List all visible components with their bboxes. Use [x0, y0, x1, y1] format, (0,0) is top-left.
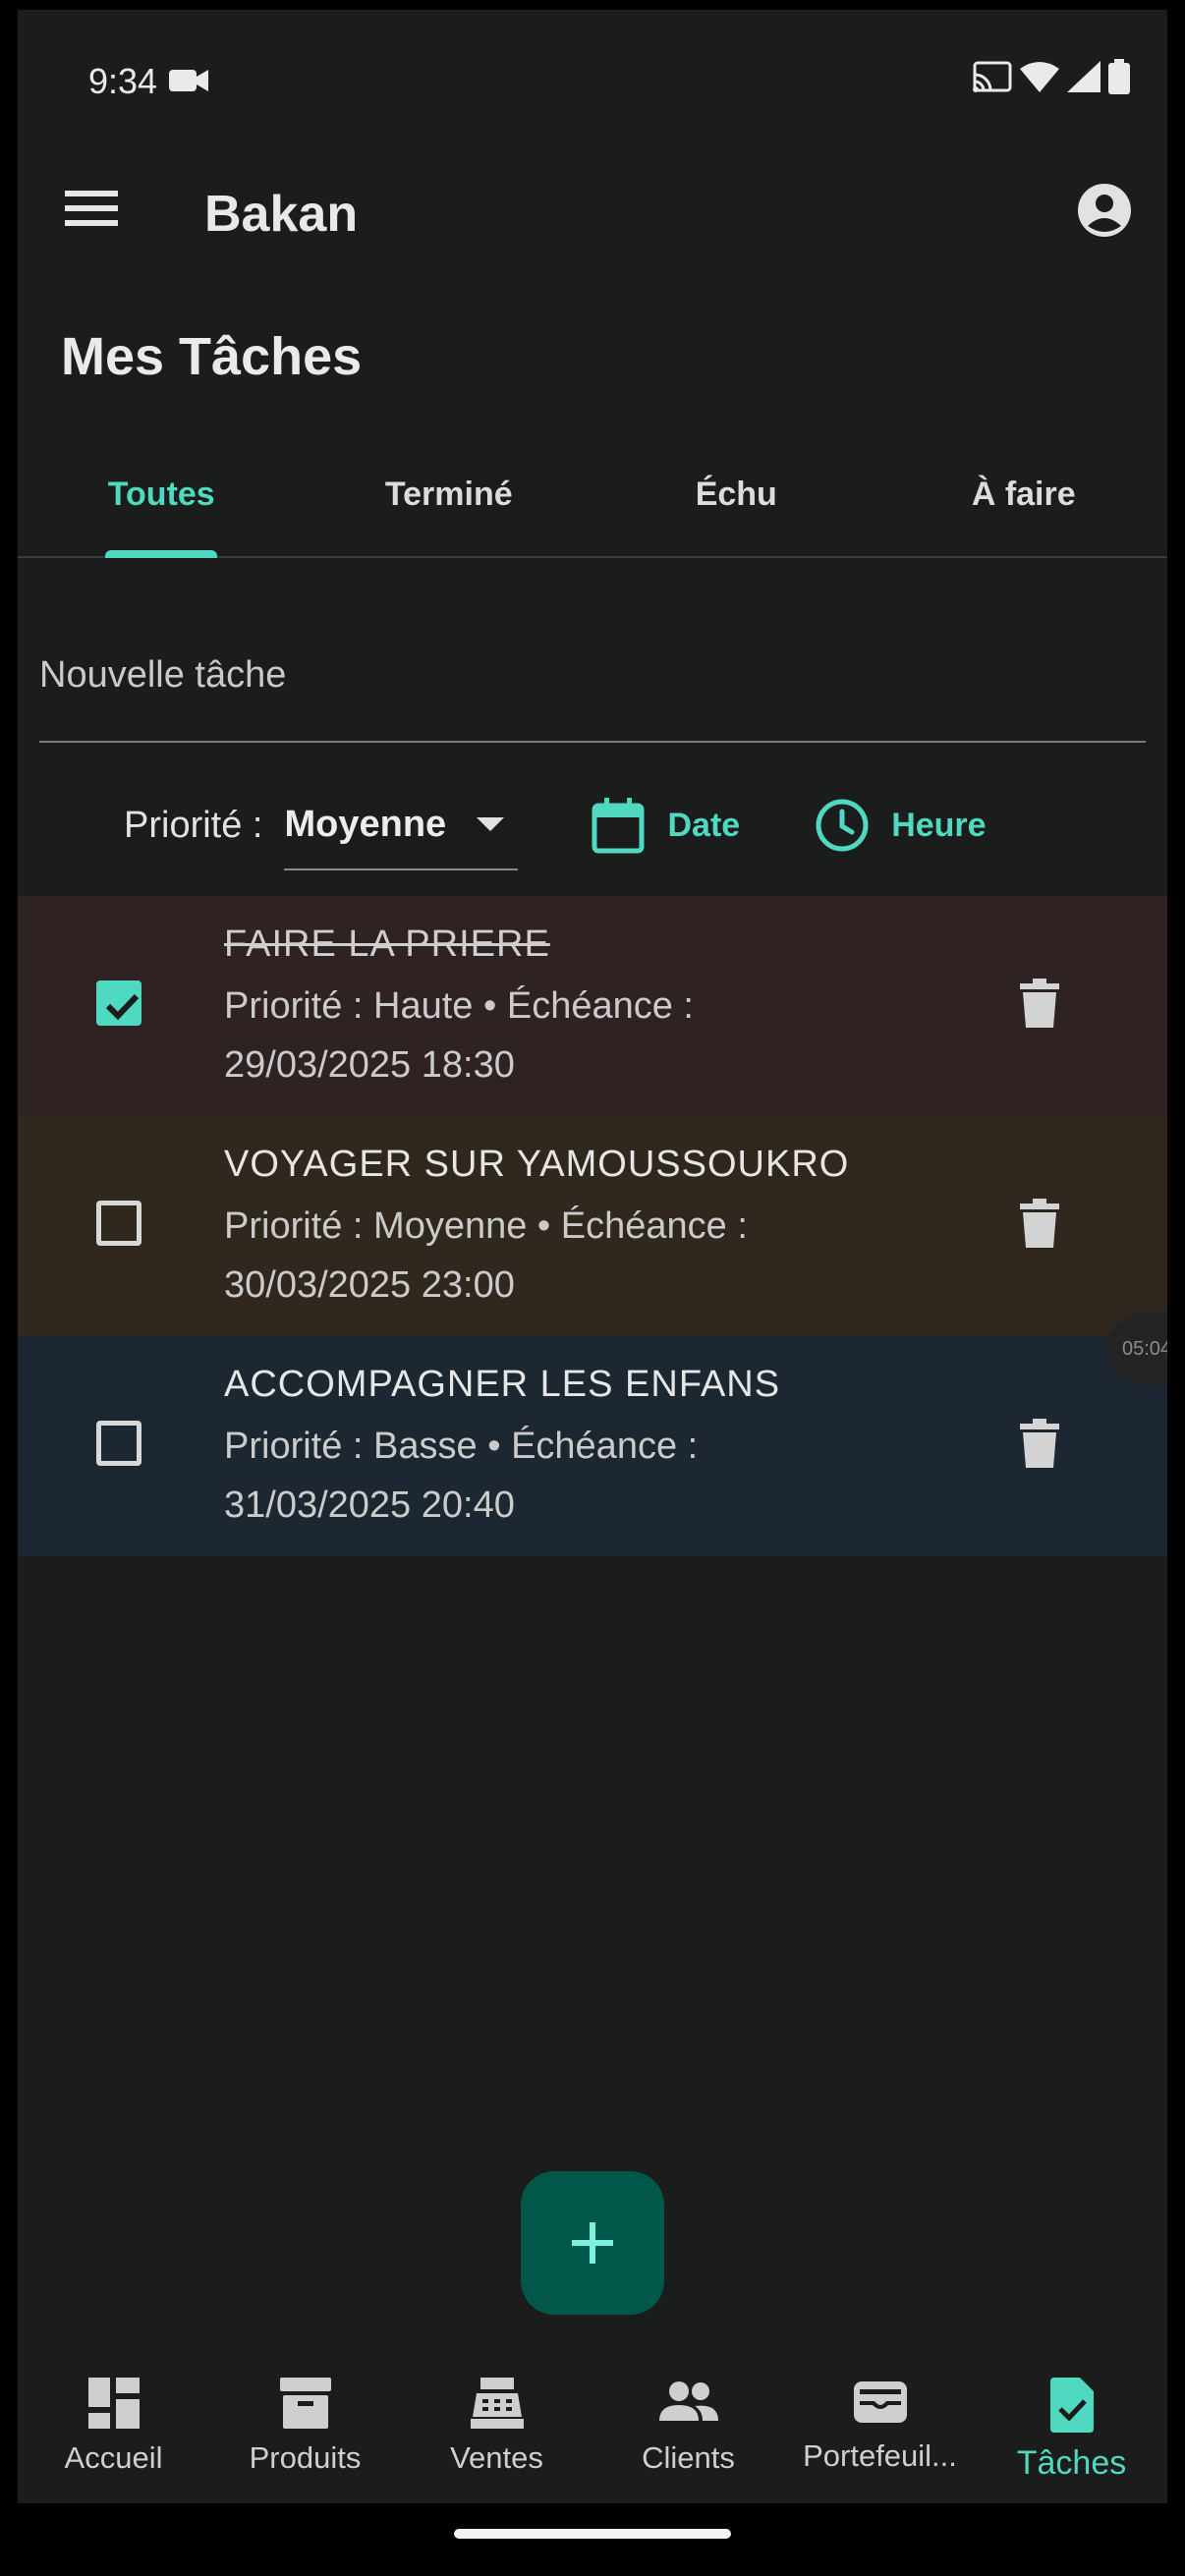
nav-item-ventes[interactable]: Ventes — [401, 2348, 592, 2503]
nav-item-clients[interactable]: Clients — [592, 2348, 784, 2503]
filter-tabs: Toutes Terminé Échu À faire — [18, 432, 1167, 558]
delete-icon[interactable] — [1020, 979, 1059, 1028]
nav-item-taches[interactable]: Tâches — [976, 2348, 1167, 2503]
dropdown-arrow-icon — [477, 817, 505, 831]
task-check-icon — [1049, 2378, 1094, 2433]
video-camera-icon — [169, 70, 208, 91]
checkmark-icon — [105, 993, 140, 1021]
battery-icon — [1108, 59, 1130, 94]
time-button[interactable]: Heure — [815, 798, 987, 853]
add-task-button[interactable] — [521, 2171, 664, 2315]
status-bar: 9:34 — [18, 10, 1167, 138]
task-priority-deadline: Priorité : Basse • Échéance : — [224, 1426, 699, 1467]
page-title: Mes Tâches — [61, 327, 363, 386]
new-task-input[interactable] — [39, 609, 1146, 741]
task-title: VOYAGER SUR YAMOUSSOUKRO — [224, 1144, 850, 1185]
task-due-date: 30/03/2025 23:00 — [224, 1264, 515, 1306]
date-label: Date — [667, 806, 741, 844]
nav-item-accueil[interactable]: Accueil — [18, 2348, 209, 2503]
status-icons — [973, 59, 1130, 94]
nav-label: Portefeuil... — [803, 2438, 957, 2473]
nav-item-portefeuille[interactable]: Portefeuil... — [784, 2348, 976, 2503]
task-priority-deadline: Priorité : Haute • Échéance : — [224, 985, 694, 1027]
task-meta: Priorité : Haute • Échéance : 29/03/2025… — [224, 977, 853, 1094]
cast-icon — [973, 61, 1012, 92]
task-title: ACCOMPAGNER LES ENFANS — [224, 1364, 781, 1405]
priority-dropdown[interactable]: Moyenne — [284, 780, 519, 870]
archive-box-icon — [279, 2378, 331, 2429]
time-label: Heure — [891, 806, 987, 844]
task-due-date: 31/03/2025 20:40 — [224, 1484, 515, 1526]
status-time: 9:34 — [88, 61, 158, 101]
nav-label: Ventes — [450, 2440, 543, 2475]
task-title: FAIRE LA PRIERE — [224, 924, 550, 965]
delete-icon[interactable] — [1020, 1419, 1059, 1468]
tab-termine[interactable]: Terminé — [306, 432, 593, 556]
menu-icon[interactable] — [65, 191, 118, 226]
task-item[interactable]: FAIRE LA PRIERE Priorité : Haute • Échéa… — [18, 896, 1167, 1116]
dashboard-icon — [87, 2378, 140, 2429]
nav-item-produits[interactable]: Produits — [209, 2348, 401, 2503]
priority-row: Priorité : Moyenne Date Heure — [124, 776, 1067, 874]
calendar-icon — [592, 798, 645, 854]
cash-register-icon — [470, 2378, 524, 2429]
task-checkbox[interactable] — [96, 1201, 141, 1246]
account-icon[interactable] — [1077, 183, 1132, 238]
nav-label: Clients — [642, 2440, 735, 2475]
task-meta: Priorité : Moyenne • Échéance : 30/03/20… — [224, 1197, 853, 1315]
task-due-date: 29/03/2025 18:30 — [224, 1044, 515, 1086]
task-checkbox-checked[interactable] — [96, 980, 141, 1026]
tab-a-faire[interactable]: À faire — [880, 432, 1168, 556]
new-task-field — [39, 609, 1146, 743]
clock-icon — [816, 799, 869, 852]
home-indicator[interactable] — [454, 2529, 731, 2539]
task-item[interactable]: VOYAGER SUR YAMOUSSOUKRO Priorité : Moye… — [18, 1116, 1167, 1336]
plus-icon — [572, 2222, 613, 2264]
tab-echu[interactable]: Échu — [592, 432, 880, 556]
nav-label: Tâches — [1016, 2444, 1127, 2482]
task-checkbox[interactable] — [96, 1421, 141, 1466]
app-screen: 9:34 Bakan Mes Tâches Toutes Terminé Éch… — [18, 10, 1167, 2503]
nav-label: Accueil — [64, 2440, 163, 2475]
cell-signal-icon — [1067, 61, 1100, 92]
delete-icon[interactable] — [1020, 1199, 1059, 1248]
priority-selected-value: Moyenne — [284, 803, 447, 845]
task-priority-deadline: Priorité : Moyenne • Échéance : — [224, 1205, 748, 1247]
wifi-icon — [1020, 62, 1059, 92]
task-meta: Priorité : Basse • Échéance : 31/03/2025… — [224, 1417, 853, 1535]
bottom-navigation: Accueil Produits Ventes Clients Portefeu… — [18, 2348, 1167, 2503]
app-title: Bakan — [204, 186, 359, 243]
priority-label: Priorité : — [124, 804, 263, 846]
people-icon — [658, 2381, 718, 2421]
wallet-icon — [853, 2381, 907, 2423]
task-item[interactable]: ACCOMPAGNER LES ENFANS Priorité : Basse … — [18, 1336, 1167, 1556]
nav-label: Produits — [249, 2440, 362, 2475]
date-button[interactable]: Date — [591, 796, 740, 855]
tab-toutes[interactable]: Toutes — [18, 432, 306, 556]
